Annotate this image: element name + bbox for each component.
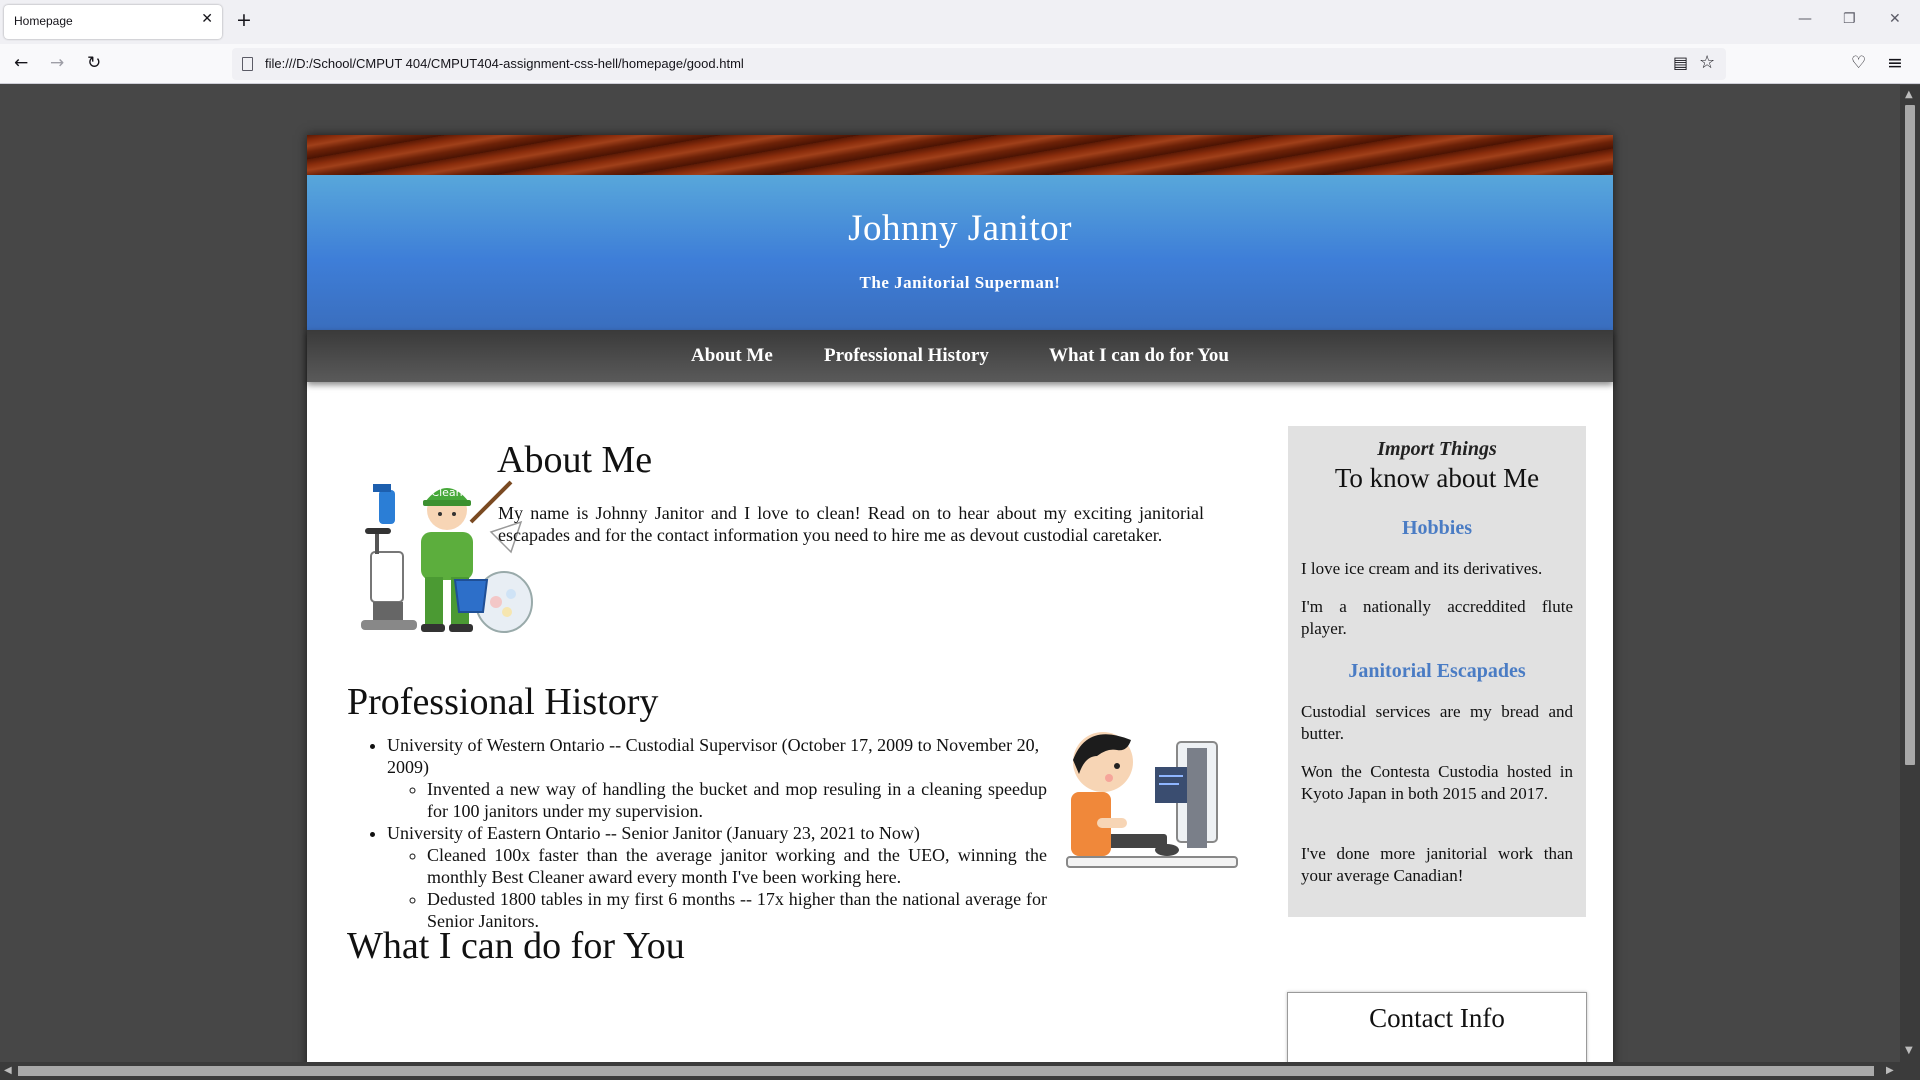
escapade-item: I've done more janitorial work than your… (1301, 844, 1573, 885)
forward-icon[interactable]: → (50, 53, 64, 73)
history-item-detail: Invented a new way of handling the bucke… (427, 778, 1047, 822)
history-item-title: University of Eastern Ontario -- Senior … (387, 823, 920, 843)
escapades-heading: Janitorial Escapades (1348, 660, 1526, 682)
about-heading: About Me (497, 439, 653, 481)
page-viewport: Johnny Janitor The Janitorial Superman! … (0, 85, 1900, 1062)
back-icon[interactable]: ← (14, 53, 28, 73)
nav-link-history[interactable]: Professional History (824, 345, 989, 367)
hobby-item: I love ice cream and its derivatives. (1301, 559, 1543, 578)
nav-link-services[interactable]: What I can do for You (1049, 345, 1229, 367)
new-tab-icon[interactable]: + (236, 9, 252, 31)
scroll-left-icon[interactable]: ◀ (4, 1065, 12, 1076)
escapade-item: Won the Contesta Custodia hosted in Kyot… (1301, 762, 1573, 803)
site-subtitle: The Janitorial Superman! (859, 273, 1061, 292)
bookmark-star-icon[interactable]: ☆ (1699, 53, 1715, 73)
site-title: Johnny Janitor (848, 208, 1072, 249)
wood-banner (307, 135, 1613, 175)
hobby-item: I'm a nationally accreddited flute playe… (1301, 597, 1573, 638)
services-heading: What I can do for You (347, 925, 685, 967)
svg-text:Clean: Clean (431, 486, 462, 499)
main-nav: About Me Professional History What I can… (307, 330, 1613, 382)
reload-icon[interactable]: ↻ (87, 53, 101, 73)
tab-title: Homepage (14, 14, 73, 28)
main-content: Clean About Me My name is Johnny Janitor… (307, 382, 1613, 1062)
contact-box: Contact Info (1287, 992, 1587, 1062)
pocket-icon[interactable]: ♡ (1851, 53, 1866, 73)
history-heading: Professional History (347, 681, 659, 723)
app-menu-icon[interactable]: ≡ (1887, 53, 1903, 73)
browser-tab[interactable]: Homepage ✕ (4, 5, 222, 39)
scroll-right-icon[interactable]: ▶ (1886, 1065, 1894, 1076)
page-icon (242, 57, 253, 71)
minimize-icon[interactable]: — (1798, 11, 1812, 27)
scroll-down-icon[interactable]: ▼ (1905, 1045, 1913, 1056)
site-header: Johnny Janitor The Janitorial Superman! (307, 175, 1613, 330)
url-text[interactable]: file:///D:/School/CMPUT 404/CMPUT404-ass… (265, 56, 744, 71)
janitor-illustration: Clean (361, 480, 533, 633)
reader-view-icon[interactable]: ▤ (1673, 53, 1688, 73)
scroll-up-icon[interactable]: ▲ (1905, 89, 1913, 100)
vertical-scroll-thumb[interactable] (1905, 105, 1915, 765)
horizontal-scrollbar[interactable]: ◀ ▶ (0, 1062, 1920, 1080)
sidebar-title: To know about Me (1334, 463, 1540, 493)
tab-close-icon[interactable]: ✕ (201, 11, 213, 27)
history-item: University of Western Ontario -- Custodi… (387, 734, 1047, 822)
url-bar[interactable]: file:///D:/School/CMPUT 404/CMPUT404-ass… (232, 48, 1726, 80)
contact-heading: Contact Info (1369, 1003, 1505, 1033)
about-text: My name is Johnny Janitor and I love to … (498, 503, 1204, 545)
computer-user-illustration (1066, 732, 1238, 868)
history-item-detail: Cleaned 100x faster than the average jan… (427, 844, 1047, 888)
history-item: University of Eastern Ontario -- Senior … (387, 822, 1047, 932)
sidebar-kicker: Import Things (1377, 438, 1497, 460)
window-close-icon[interactable]: ✕ (1889, 11, 1901, 27)
vertical-scrollbar[interactable]: ▲ ▼ (1900, 85, 1920, 1062)
history-list: University of Western Ontario -- Custodi… (347, 734, 1047, 932)
browser-tab-bar: Homepage ✕ + — ❐ ✕ (0, 0, 1920, 44)
horizontal-scroll-thumb[interactable] (18, 1066, 1874, 1076)
restore-icon[interactable]: ❐ (1843, 11, 1856, 27)
hobbies-heading: Hobbies (1401, 517, 1473, 539)
browser-nav-bar: ← → ↻ file:///D:/School/CMPUT 404/CMPUT4… (0, 44, 1920, 84)
page-container: Johnny Janitor The Janitorial Superman! … (307, 135, 1613, 1062)
escapade-item: Custodial services are my bread and butt… (1301, 702, 1573, 743)
history-item-title: University of Western Ontario -- Custodi… (387, 735, 1040, 777)
nav-link-about[interactable]: About Me (691, 345, 773, 367)
sidebar: Import Things To know about Me Hobbies I… (1288, 426, 1586, 917)
